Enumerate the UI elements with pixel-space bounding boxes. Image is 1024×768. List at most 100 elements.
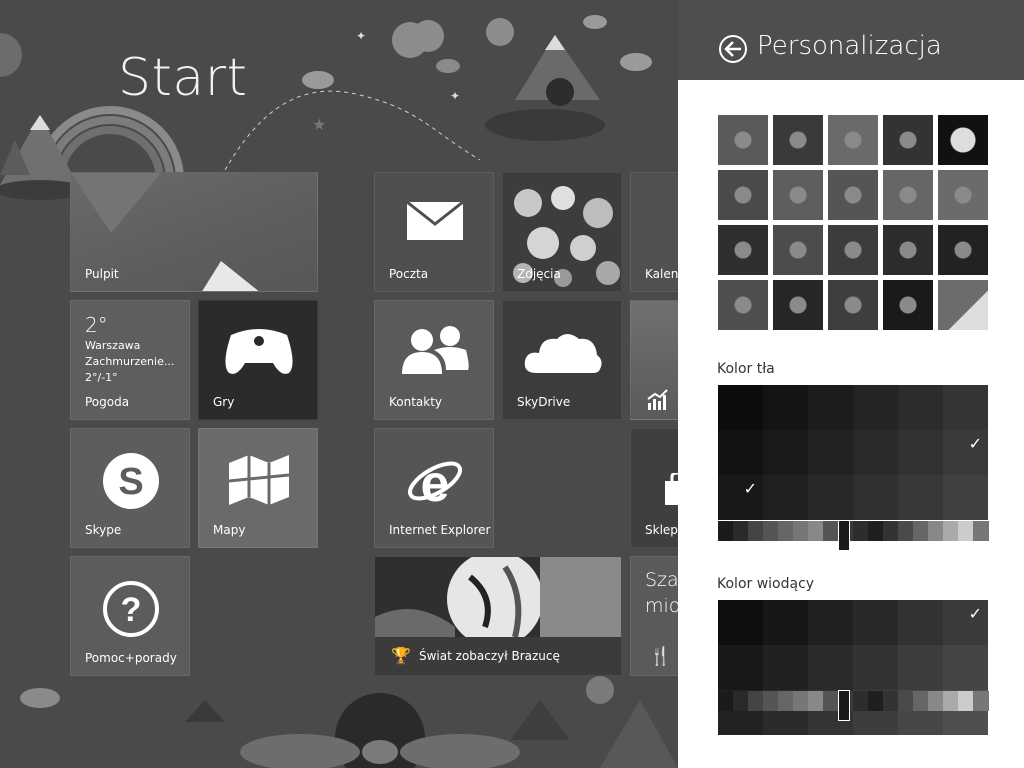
color-swatch[interactable]	[943, 475, 988, 520]
color-swatch[interactable]	[763, 385, 808, 430]
background-pattern-thumbnail[interactable]	[938, 170, 988, 220]
color-swatch[interactable]	[898, 385, 943, 430]
weather-city: Warszawa	[85, 339, 141, 352]
background-pattern-thumbnail[interactable]	[938, 225, 988, 275]
color-swatch[interactable]	[898, 600, 943, 645]
color-swatch[interactable]	[763, 600, 808, 645]
color-swatch[interactable]	[853, 475, 898, 520]
tile-label: Gry	[213, 395, 235, 409]
background-color-grid: ✓ ✓	[718, 385, 988, 520]
svg-text:S: S	[118, 461, 143, 503]
start-title: Start	[118, 48, 248, 108]
background-pattern-thumbnail[interactable]	[828, 115, 878, 165]
color-swatch[interactable]	[943, 385, 988, 430]
background-pattern-thumbnail[interactable]	[718, 115, 768, 165]
background-pattern-thumbnail[interactable]	[828, 225, 878, 275]
weather-condition: Zachmurzenie...	[85, 355, 175, 368]
color-swatch[interactable]	[898, 645, 943, 690]
background-pattern-thumbnail[interactable]	[773, 170, 823, 220]
slider-segment	[778, 521, 794, 541]
start-background-patterns	[718, 115, 988, 330]
color-swatch[interactable]	[718, 600, 763, 645]
slider-segment	[763, 521, 779, 541]
slider-segment	[748, 691, 764, 711]
tile-headline-line: mio	[645, 595, 678, 617]
color-swatch[interactable]: ✓	[943, 430, 988, 475]
tile-skydrive[interactable]: SkyDrive	[502, 300, 622, 420]
color-swatch[interactable]	[898, 475, 943, 520]
background-pattern-thumbnail[interactable]	[828, 280, 878, 330]
background-pattern-thumbnail[interactable]	[718, 170, 768, 220]
background-pattern-thumbnail[interactable]	[883, 170, 933, 220]
tile-label: Kalend	[645, 267, 678, 281]
background-pattern-thumbnail[interactable]	[773, 115, 823, 165]
color-swatch[interactable]	[808, 475, 853, 520]
tile-calendar[interactable]: Kalend	[630, 172, 678, 292]
background-color-slider[interactable]	[718, 520, 989, 551]
color-swatch[interactable]	[718, 645, 763, 690]
background-pattern-thumbnail[interactable]	[718, 280, 768, 330]
tile-food-drink[interactable]: Sza mio 🍴	[630, 556, 678, 676]
tile-label: Sklep	[645, 523, 678, 537]
color-swatch[interactable]	[763, 645, 808, 690]
slider-segment	[853, 521, 869, 541]
tile-label: Pulpit	[85, 267, 119, 281]
tile-label: Skype	[85, 523, 122, 537]
background-pattern-thumbnail[interactable]	[828, 170, 878, 220]
color-swatch[interactable]	[853, 430, 898, 475]
background-pattern-thumbnail[interactable]	[773, 225, 823, 275]
color-swatch[interactable]	[808, 600, 853, 645]
slider-thumb[interactable]	[838, 520, 850, 551]
color-swatch[interactable]	[763, 475, 808, 520]
start-screen: ✦ ✦ ★ Start Pulpit Poczta Zdjęcia Kalen …	[0, 0, 678, 768]
checkmark-icon: ✓	[968, 434, 982, 453]
slider-segment	[883, 521, 899, 541]
football-image	[375, 557, 621, 637]
background-pattern-thumbnail[interactable]	[773, 280, 823, 330]
accent-color-slider[interactable]	[718, 690, 989, 721]
tile-mail[interactable]: Poczta	[374, 172, 494, 292]
tile-games[interactable]: Gry	[198, 300, 318, 420]
color-swatch[interactable]	[808, 430, 853, 475]
background-pattern-thumbnail[interactable]	[883, 280, 933, 330]
internet-explorer-icon: e	[408, 455, 462, 511]
tile-label: Internet Explorer	[389, 523, 491, 537]
tile-maps[interactable]: Mapy	[198, 428, 318, 548]
tile-help-tips[interactable]: ? Pomoc+porady	[70, 556, 190, 676]
background-pattern-thumbnail[interactable]	[938, 115, 988, 165]
tile-photos[interactable]: Zdjęcia	[502, 172, 622, 292]
checkmark-icon: ✓	[968, 604, 982, 623]
panel-header: Personalizacja	[678, 0, 1024, 80]
slider-segment	[898, 521, 914, 541]
tile-finance[interactable]	[630, 300, 678, 420]
tile-internet-explorer[interactable]: e Internet Explorer	[374, 428, 494, 548]
background-pattern-thumbnail[interactable]	[938, 280, 988, 330]
color-swatch[interactable]	[853, 600, 898, 645]
tile-skype[interactable]: S Skype	[70, 428, 190, 548]
slider-segment	[718, 521, 734, 541]
color-swatch[interactable]: ✓	[943, 600, 988, 645]
background-pattern-thumbnail[interactable]	[718, 225, 768, 275]
color-swatch[interactable]: ✓	[718, 475, 763, 520]
color-swatch[interactable]	[763, 430, 808, 475]
color-swatch[interactable]	[808, 385, 853, 430]
color-swatch[interactable]	[718, 430, 763, 475]
slider-segment	[913, 691, 929, 711]
slider-thumb[interactable]	[838, 690, 850, 721]
color-swatch[interactable]	[808, 645, 853, 690]
color-swatch[interactable]	[898, 430, 943, 475]
tile-desktop[interactable]: Pulpit	[70, 172, 318, 292]
tile-store[interactable]: Sklep	[630, 428, 678, 548]
tile-weather[interactable]: 2° Warszawa Zachmurzenie... 2°/-1° Pogod…	[70, 300, 190, 420]
tile-label: Świat zobaczył Brazucę	[419, 649, 560, 663]
color-swatch[interactable]	[853, 645, 898, 690]
tile-sport-news[interactable]: 🏆 Świat zobaczył Brazucę	[374, 556, 622, 676]
color-swatch[interactable]	[943, 645, 988, 690]
color-swatch[interactable]	[853, 385, 898, 430]
color-swatch[interactable]	[718, 385, 763, 430]
tile-people[interactable]: Kontakty	[374, 300, 494, 420]
background-pattern-thumbnail[interactable]	[883, 115, 933, 165]
back-arrow-icon[interactable]	[718, 34, 748, 64]
background-pattern-thumbnail[interactable]	[883, 225, 933, 275]
slider-segment	[883, 691, 899, 711]
